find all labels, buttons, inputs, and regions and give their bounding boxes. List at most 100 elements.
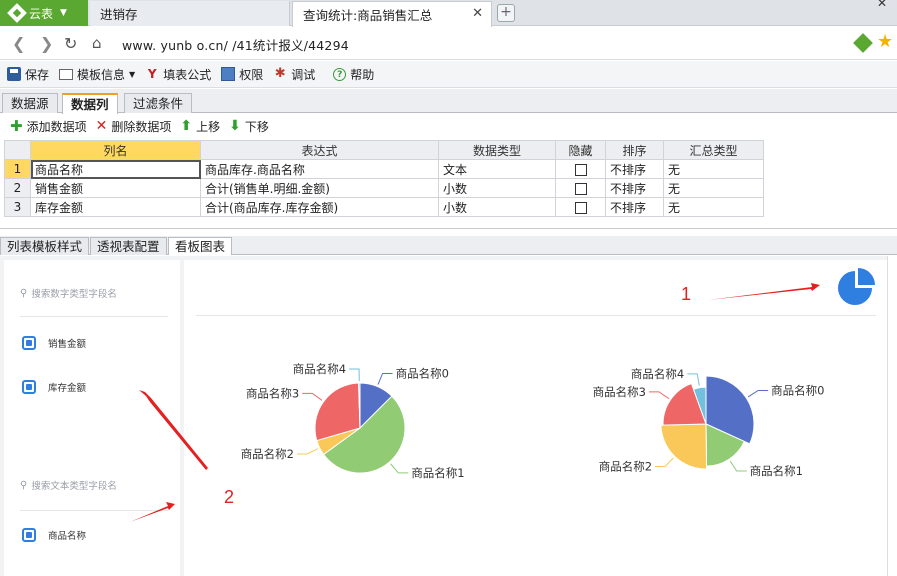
cell-sort[interactable]: 不排序 bbox=[605, 197, 664, 217]
row-number[interactable]: 1 bbox=[4, 159, 31, 179]
text-field-search[interactable]: ⚲ 搜索文本类型字段名 bbox=[20, 478, 117, 493]
pie-slice-label: 商品名称3 bbox=[246, 386, 299, 400]
cell-sort[interactable]: 不排序 bbox=[605, 159, 664, 179]
bug-icon: ✱ bbox=[274, 66, 286, 81]
template-info-button[interactable]: 模板信息 ▼ bbox=[59, 66, 135, 83]
pie-leader-line bbox=[747, 389, 769, 398]
save-button[interactable]: 保存 bbox=[7, 66, 49, 83]
cell-aggregate[interactable]: 无 bbox=[663, 178, 764, 198]
move-down-button[interactable]: ⬇ 下移 bbox=[229, 118, 269, 135]
pie-slice-label: 商品名称3 bbox=[593, 385, 646, 399]
cell-data-type[interactable]: 小数 bbox=[438, 197, 556, 217]
pie-leader-line bbox=[648, 391, 670, 400]
cell-name[interactable]: 销售金额 bbox=[30, 178, 201, 198]
cell-data-type[interactable]: 小数 bbox=[438, 178, 556, 198]
tab-board-chart[interactable]: 看板图表 bbox=[168, 237, 233, 255]
cell-hidden bbox=[555, 159, 606, 179]
browser-tab-sales-summary[interactable]: 查询统计:商品销售汇总 ✕ bbox=[292, 1, 492, 27]
browser-tab-strip: 云表 ▼ 进销存 查询统计:商品销售汇总 ✕ + ✕ bbox=[0, 0, 897, 27]
tab-data-columns[interactable]: 数据列 bbox=[62, 93, 118, 114]
col-header-aggregate[interactable]: 汇总类型 bbox=[663, 140, 764, 160]
cell-hidden bbox=[555, 178, 606, 198]
add-item-button[interactable]: ✚ 添加数据项 bbox=[10, 117, 87, 135]
tab-label: 查询统计:商品销售汇总 bbox=[303, 8, 433, 23]
extension-icon[interactable] bbox=[853, 33, 873, 53]
col-header-name[interactable]: 列名 bbox=[30, 140, 201, 160]
debug-button[interactable]: ✱ 调试 bbox=[273, 66, 315, 83]
back-icon[interactable]: ❮ bbox=[12, 34, 25, 53]
refresh-icon[interactable]: ↻ bbox=[64, 34, 77, 53]
permissions-button[interactable]: 权限 bbox=[221, 66, 263, 83]
pie-slice-label: 商品名称2 bbox=[599, 460, 652, 474]
chart-canvas[interactable]: 商品名称0 商品名称1 商品名称2 商品名称3 商品名称4 商品名称0 商品名称1 商品名称2… bbox=[184, 260, 888, 576]
field-label: 销售金额 bbox=[48, 339, 87, 350]
vertical-scrollbar[interactable] bbox=[887, 256, 897, 576]
forward-icon[interactable]: ❯ bbox=[40, 34, 53, 53]
move-up-button[interactable]: ⬆ 上移 bbox=[180, 118, 220, 135]
tab-filter-conditions[interactable]: 过滤条件 bbox=[124, 93, 193, 113]
cell-data-type[interactable]: 文本 bbox=[438, 159, 556, 179]
field-item-product-name[interactable]: 商品名称 bbox=[22, 528, 86, 542]
new-tab-button[interactable]: + bbox=[497, 4, 515, 22]
tab-list-template-style[interactable]: 列表模板样式 bbox=[0, 237, 90, 255]
field-item-sales-amount[interactable]: 销售金额 bbox=[22, 336, 86, 350]
numeric-field-search[interactable]: ⚲ 搜索数字类型字段名 bbox=[20, 286, 117, 301]
search-icon: ⚲ bbox=[20, 287, 28, 299]
row-number[interactable]: 3 bbox=[4, 197, 31, 217]
hidden-checkbox[interactable] bbox=[574, 182, 587, 195]
col-header-expression[interactable]: 表达式 bbox=[200, 140, 439, 160]
hidden-checkbox[interactable] bbox=[574, 163, 587, 176]
pie-leader-line bbox=[687, 373, 700, 386]
window-close-icon[interactable]: ✕ bbox=[877, 0, 887, 10]
pie-leader-line bbox=[390, 463, 409, 474]
col-header-hidden[interactable]: 隐藏 bbox=[555, 140, 606, 160]
template-info-label: 模板信息 bbox=[77, 67, 126, 82]
cell-expression[interactable]: 合计(商品库存.库存金额) bbox=[200, 197, 439, 217]
fill-formula-button[interactable]: Y 填表公式 bbox=[145, 66, 211, 83]
cell-expression[interactable]: 商品库存.商品名称 bbox=[200, 159, 439, 179]
delete-icon: ✕ bbox=[95, 118, 108, 134]
home-icon[interactable]: ⌂ bbox=[92, 34, 102, 52]
help-button[interactable]: ? 帮助 bbox=[333, 66, 374, 83]
permissions-label: 权限 bbox=[239, 67, 264, 82]
cell-aggregate[interactable]: 无 bbox=[663, 159, 764, 179]
cell-sort[interactable]: 不排序 bbox=[605, 178, 664, 198]
field-item-stock-amount[interactable]: 库存金额 bbox=[22, 380, 86, 394]
delete-item-button[interactable]: ✕ 删除数据项 bbox=[96, 118, 172, 135]
board-chart-panel: ⚲ 搜索数字类型字段名 销售金额 库存金额 ⚲ 搜索文本类型字段名 商品名称 商… bbox=[0, 256, 897, 576]
pie-slice[interactable] bbox=[660, 423, 708, 470]
tab-pivot-config[interactable]: 透视表配置 bbox=[90, 237, 167, 255]
cell-name[interactable]: 商品名称 bbox=[30, 159, 201, 179]
pie-leader-line bbox=[729, 460, 747, 472]
debug-label: 调试 bbox=[291, 67, 316, 82]
row-number[interactable]: 2 bbox=[4, 178, 31, 198]
tab-data-source[interactable]: 数据源 bbox=[2, 93, 58, 113]
address-bar: ❮ ❯ ↻ ⌂ www. yunb o.cn/ /41统计报义/44294 ★ bbox=[0, 27, 897, 60]
chevron-down-icon: ▼ bbox=[129, 69, 136, 79]
pie-slice-label: 商品名称1 bbox=[411, 466, 464, 480]
hidden-checkbox[interactable] bbox=[574, 201, 587, 214]
app-logo-icon bbox=[7, 3, 27, 23]
cell-hidden bbox=[555, 197, 606, 217]
arrow-up-icon: ⬆ bbox=[180, 118, 193, 134]
cell-expression[interactable]: 合计(销售单.明细.金额) bbox=[200, 178, 439, 198]
url-field[interactable]: www. yunb o.cn/ /41统计报义/44294 bbox=[122, 35, 349, 54]
search-placeholder: 搜索数字类型字段名 bbox=[31, 289, 117, 300]
app-menu-button[interactable]: 云表 ▼ bbox=[0, 0, 88, 26]
table-row: 1 商品名称 商品库存.商品名称 文本 不排序 无 bbox=[4, 159, 764, 179]
cell-name[interactable]: 库存金额 bbox=[30, 197, 201, 217]
browser-tab-jinxiaocun[interactable]: 进销存 bbox=[90, 1, 290, 26]
col-header-sort[interactable]: 排序 bbox=[605, 140, 664, 160]
pie-slice-label: 商品名称4 bbox=[293, 362, 346, 376]
table-row: 3 库存金额 合计(商品库存.库存金额) 小数 不排序 无 bbox=[4, 197, 764, 217]
grid-splitter[interactable] bbox=[0, 228, 897, 236]
config-tabs: 列表模板样式 透视表配置 看板图表 bbox=[0, 236, 897, 255]
divider bbox=[20, 316, 168, 317]
cell-aggregate[interactable]: 无 bbox=[663, 197, 764, 217]
close-tab-icon[interactable]: ✕ bbox=[472, 6, 483, 21]
search-placeholder: 搜索文本类型字段名 bbox=[31, 481, 117, 492]
annotation-number: 2 bbox=[224, 487, 235, 507]
col-header-data-type[interactable]: 数据类型 bbox=[438, 140, 556, 160]
bookmark-star-icon[interactable]: ★ bbox=[877, 31, 893, 52]
pie-slice-label: 商品名称2 bbox=[241, 447, 294, 461]
